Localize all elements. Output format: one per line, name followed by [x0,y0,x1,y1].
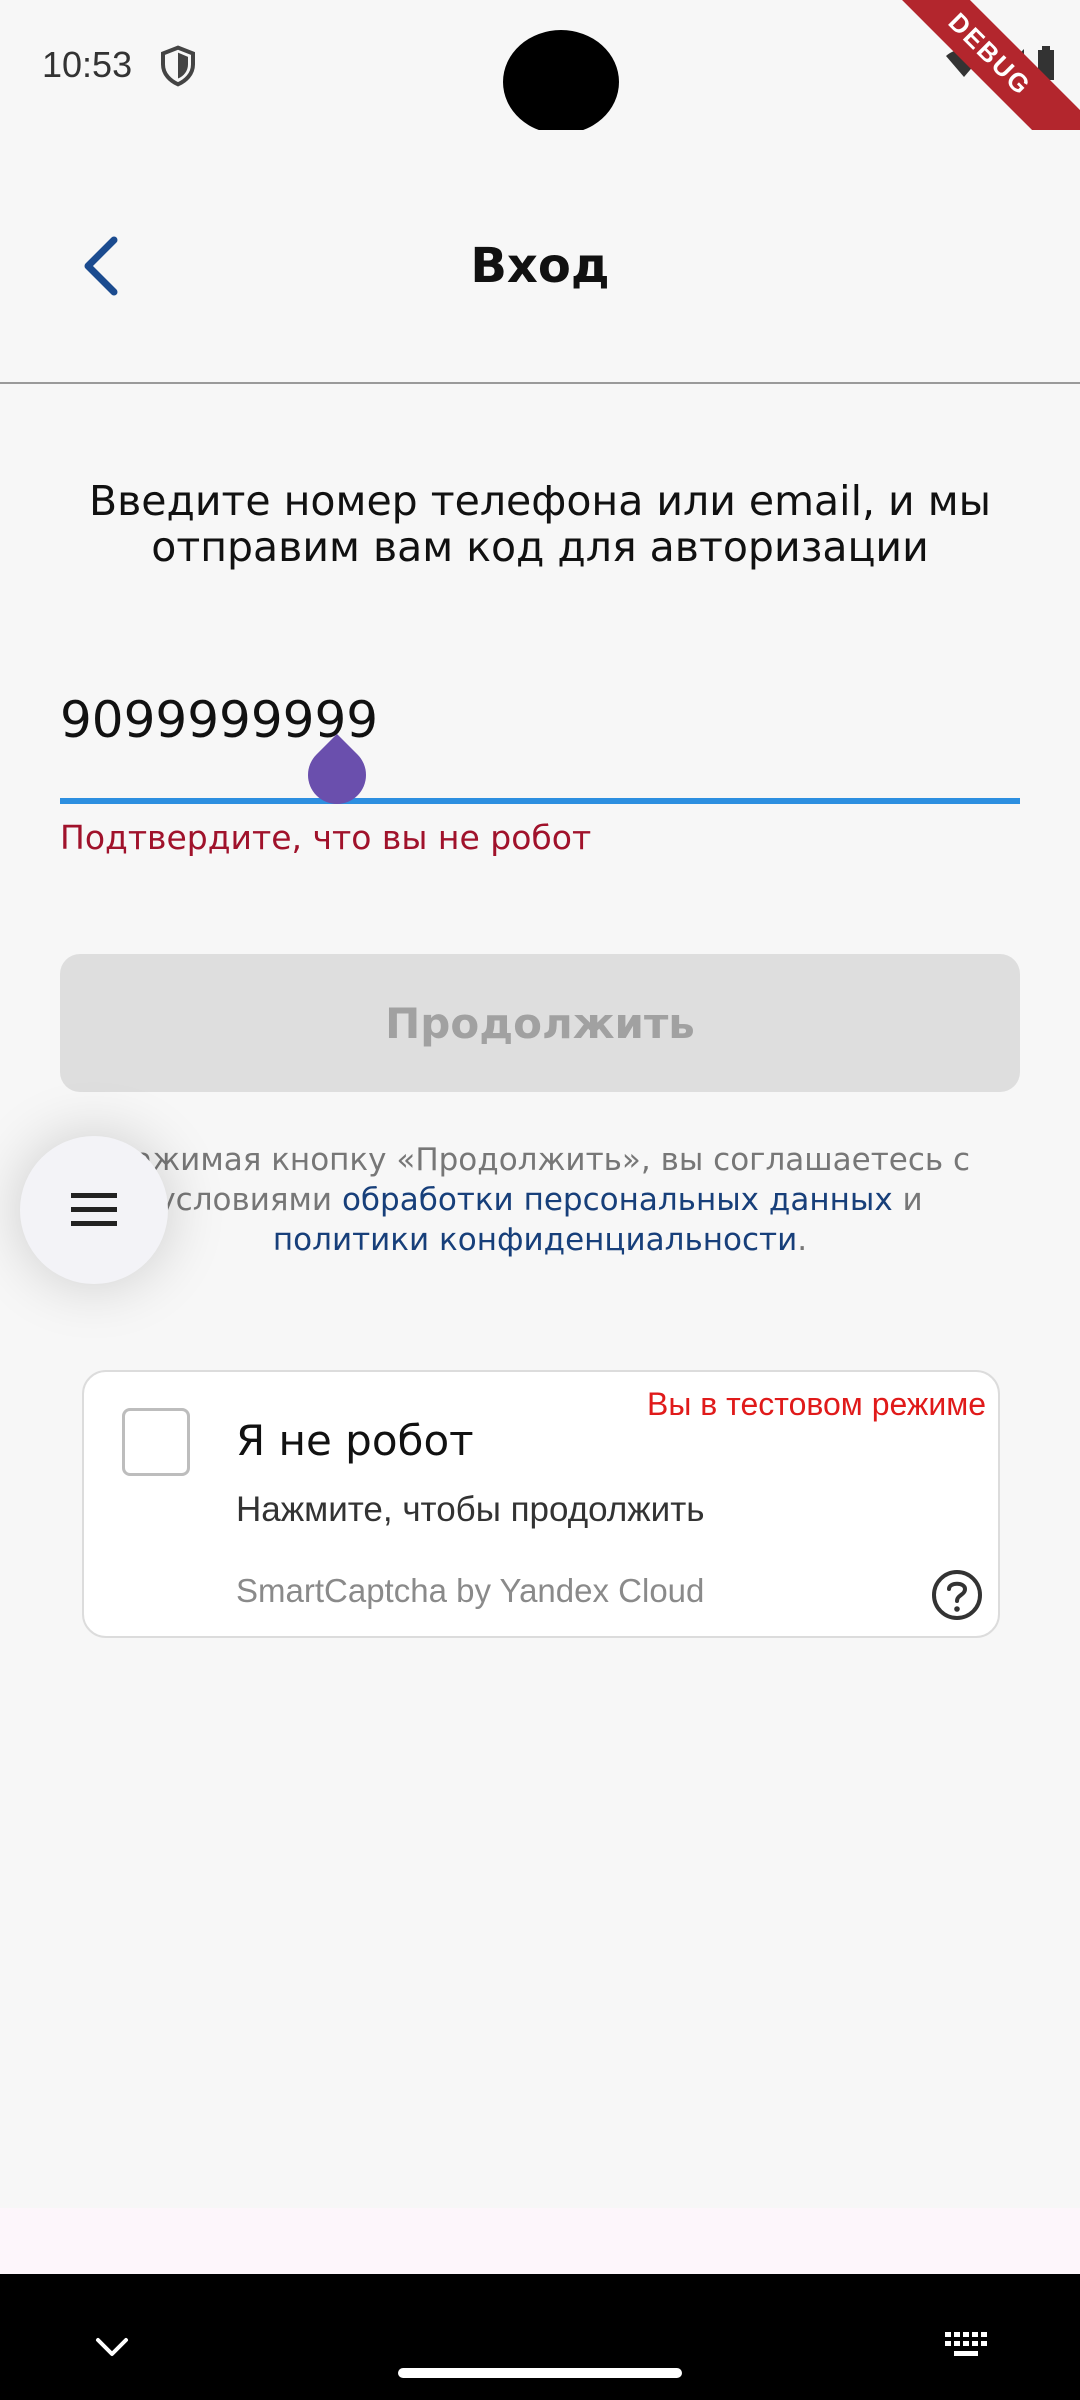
app-bar: Вход [0,130,1080,384]
chevron-down-icon[interactable] [92,2334,132,2362]
help-circle-icon[interactable] [930,1568,984,1622]
instruction-text: Введите номер телефона или email, и мы о… [88,477,992,571]
menu-icon [71,1193,117,1226]
consent-text: Нажимая кнопку «Продолжить», вы соглашае… [90,1140,990,1260]
captcha-subtitle: Нажмите, чтобы продолжить [236,1490,705,1529]
front-camera [503,30,619,134]
keyboard-icon[interactable] [944,2330,990,2360]
captcha-test-mode-label: Вы в тестовом режиме [647,1386,986,1422]
captcha-checkbox[interactable] [122,1408,190,1476]
phone-email-input[interactable] [60,690,1020,750]
home-gesture-handle[interactable] [398,2368,682,2378]
captcha-title: Я не робот [236,1416,474,1465]
input-underline [60,798,1020,804]
consent-middle: и [892,1182,923,1218]
consent-suffix: . [797,1222,808,1258]
personal-data-link[interactable]: обработки персональных данных [342,1182,893,1218]
menu-fab-button[interactable] [20,1136,168,1284]
page-title: Вход [470,238,610,294]
status-bar: 10:53 DEBUG [0,0,1080,185]
status-time: 10:53 [42,44,133,85]
shield-icon [161,45,195,87]
continue-button[interactable]: Продолжить [60,954,1020,1092]
captcha-brand: SmartCaptcha by Yandex Cloud [236,1572,705,1609]
captcha-widget[interactable]: Вы в тестовом режиме Я не робот Нажмите,… [82,1370,1000,1638]
bottom-strip [0,2208,1080,2274]
field-error-text: Подтвердите, что вы не робот [60,818,592,857]
privacy-policy-link[interactable]: политики конфиденциальности [273,1222,797,1258]
navigation-bar [0,2274,1080,2400]
